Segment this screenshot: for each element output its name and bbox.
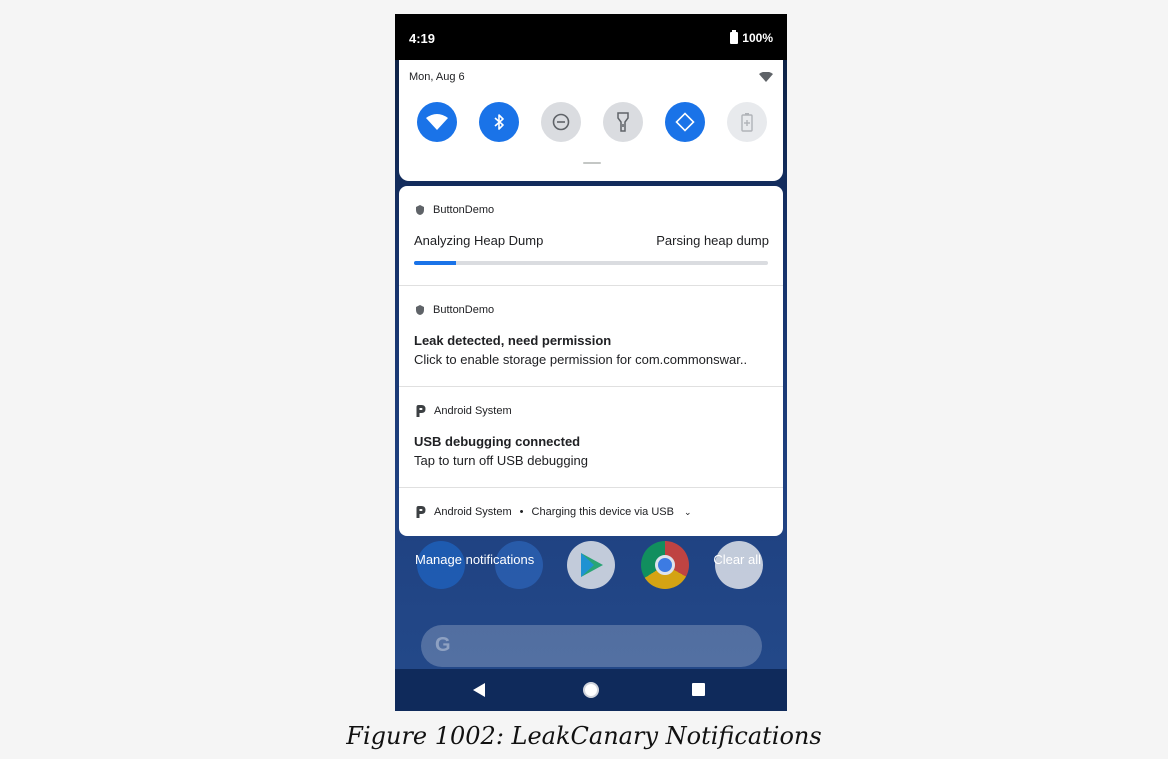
navigation-bar [395,669,787,711]
notification-title: Leak detected, need permission [414,333,612,348]
notification-app-name: ButtonDemo [433,304,495,316]
progress-fill [414,261,457,265]
notification-actions: Manage notifications Clear all [395,549,787,573]
qs-tile-auto-rotate[interactable] [665,102,705,142]
notification-header: ButtonDemo [415,304,494,316]
notification-usb-charging[interactable]: Android System • Charging this device vi… [399,488,783,536]
status-time: 4:19 [409,31,436,46]
phone-screen: 4:19 100% Mon, Aug 6 ButtonDemo Analyzin… [395,14,787,711]
google-logo: G [435,634,451,656]
clear-all-button[interactable]: Clear all [713,552,761,567]
back-button[interactable] [473,683,485,697]
bluetooth-icon [494,114,504,130]
wifi-status-icon [759,72,773,82]
notification-separator: • [519,506,524,518]
notification-body: Tap to turn off USB debugging [414,453,588,468]
android-system-icon [416,506,426,518]
battery-saver-icon [741,113,753,132]
leakcanary-icon [416,305,424,315]
notification-body: Click to enable storage permission for c… [414,352,748,367]
home-button[interactable] [583,682,599,698]
do-not-disturb-icon [552,113,570,131]
notification-header: Android System • Charging this device vi… [415,506,692,518]
flashlight-icon [617,112,629,132]
qs-tile-flashlight[interactable] [603,102,643,142]
battery-icon [730,30,739,44]
notification-header: ButtonDemo [415,204,494,216]
leakcanary-icon [416,205,424,215]
qs-tile-bluetooth[interactable] [479,102,519,142]
google-search-bar[interactable]: G [421,625,762,667]
battery-percent: 100% [742,31,773,45]
status-bar: 4:19 100% [395,14,787,60]
notification-app-name: Android System [434,405,512,417]
notification-title: USB debugging connected [414,434,581,449]
qs-tile-dnd[interactable] [541,102,581,142]
auto-rotate-icon [675,112,695,132]
recents-button[interactable] [692,683,705,696]
notification-app-name: Android System [434,506,512,518]
qs-drag-handle[interactable] [583,162,601,164]
qs-tile-battery-saver[interactable] [727,102,767,142]
status-battery: 100% [730,30,773,45]
notification-leak-detected[interactable]: ButtonDemo Leak detected, need permissio… [399,286,783,387]
notification-header: Android System [415,405,512,417]
manage-notifications-button[interactable]: Manage notifications [415,552,534,567]
notification-title: Analyzing Heap Dump [414,233,544,248]
notification-usb-debugging[interactable]: Android System USB debugging connected T… [399,387,783,488]
qs-tile-wifi[interactable] [417,102,457,142]
notification-list: ButtonDemo Analyzing Heap Dump Parsing h… [399,186,783,536]
qs-date[interactable]: Mon, Aug 6 [409,71,465,83]
chevron-down-icon[interactable]: ⌄ [684,507,692,518]
notification-progress-text: Parsing heap dump [656,233,769,248]
figure-caption: Figure 1002: LeakCanary Notifications [346,722,822,750]
qs-tiles [417,102,767,142]
heap-dump-progress [414,261,768,265]
android-system-icon [416,405,426,417]
wifi-icon [426,114,448,130]
notification-app-name: ButtonDemo [433,204,495,216]
notification-heap-dump[interactable]: ButtonDemo Analyzing Heap Dump Parsing h… [399,186,783,286]
notification-summary: Charging this device via USB [531,506,674,518]
quick-settings-panel: Mon, Aug 6 [399,60,783,181]
